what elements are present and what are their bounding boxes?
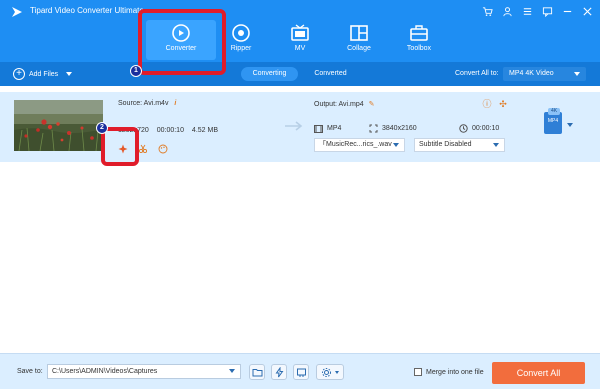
convert-all-to-label: Convert All to:	[455, 70, 499, 77]
output-meta: MP4 3840x2160 00:00:10	[314, 124, 510, 133]
folder-icon	[252, 368, 262, 376]
chevron-down-icon[interactable]	[66, 72, 73, 76]
convert-all-button[interactable]: Convert All	[492, 362, 585, 384]
subtitle-select[interactable]: Subtitle Disabled	[414, 138, 505, 152]
step-badge-1: 1	[130, 65, 142, 77]
gpu-button[interactable]	[293, 364, 309, 380]
cart-icon[interactable]	[480, 4, 494, 18]
chevron-down-icon	[393, 143, 399, 147]
file-item: Source: Avi.m4v i 1252x720 00:00:10 4.52…	[0, 92, 600, 162]
merge-option[interactable]: Merge into one file	[414, 368, 484, 376]
tab-converted[interactable]: Converted	[308, 67, 353, 81]
nav-toolbox[interactable]: Toolbox	[384, 20, 454, 60]
chevron-down-icon	[229, 369, 235, 373]
minimize-icon[interactable]	[560, 4, 574, 18]
highlight-edit	[101, 127, 139, 166]
output-actions: ⓘ ✣	[482, 99, 508, 109]
close-icon[interactable]	[580, 4, 594, 18]
chevron-down-icon[interactable]	[567, 123, 573, 127]
merge-label: Merge into one file	[426, 368, 484, 376]
badge-4k: 4K	[548, 108, 560, 115]
chevron-down-icon	[493, 143, 499, 147]
output-resolution-text: 3840x2160	[382, 125, 417, 132]
app-logo-icon	[12, 7, 22, 17]
audio-track-select[interactable]: 「MusicRec...rics_.wav	[314, 138, 405, 152]
film-icon	[314, 124, 323, 133]
nav-label: Toolbox	[406, 45, 432, 52]
menu-icon[interactable]	[520, 4, 534, 18]
source-duration: 00:00:10	[156, 127, 184, 134]
output-format-badge[interactable]: 4K MP4	[544, 108, 562, 134]
chevron-down-icon	[574, 72, 580, 76]
clock-icon	[459, 124, 468, 133]
output-filename: Output: Avi.mp4 ✎	[314, 100, 375, 108]
open-folder-button[interactable]	[249, 364, 265, 380]
app-title: Tipard Video Converter Ultimate	[30, 6, 144, 15]
source-size: 4.52 MB	[191, 127, 218, 134]
output-duration-text: 00:00:10	[472, 125, 500, 132]
poppy-field-image	[14, 100, 103, 151]
output-duration: 00:00:10	[459, 124, 499, 133]
ripper-icon	[232, 24, 250, 42]
format-select-value: MP4 4K Video	[509, 70, 554, 77]
source-filename: Source: Avi.m4v i	[118, 100, 176, 107]
highlight-converter	[138, 9, 226, 75]
video-thumbnail[interactable]	[14, 100, 103, 151]
arrow-right-icon	[285, 121, 303, 131]
format-select[interactable]: MP4 4K Video	[503, 67, 586, 81]
move-icon[interactable]: ✣	[498, 99, 508, 109]
merge-checkbox[interactable]	[414, 368, 422, 376]
rename-icon[interactable]: ✎	[369, 101, 375, 108]
chat-icon[interactable]	[540, 4, 554, 18]
add-files-label: Add Files	[29, 70, 59, 78]
plus-icon: +	[13, 68, 25, 80]
window-controls	[480, 4, 594, 18]
settings-button[interactable]	[316, 364, 344, 380]
output-text: Output: Avi.mp4	[314, 101, 364, 108]
audio-track-value: 「MusicRec...rics_.wav	[319, 141, 392, 148]
add-files-button[interactable]: + Add Files	[13, 68, 73, 80]
user-icon[interactable]	[500, 4, 514, 18]
gpu-icon	[296, 368, 306, 377]
info-circle-icon[interactable]: ⓘ	[482, 99, 492, 109]
save-path-value: C:\Users\ADMIN\Videos\Captures	[52, 368, 158, 375]
source-text: Source: Avi.m4v	[118, 100, 169, 107]
output-format: MP4	[314, 124, 369, 133]
toolbar: + Add Files Converting Converted Convert…	[0, 62, 600, 86]
output-format-text: MP4	[327, 125, 342, 132]
step-badge-2: 2	[96, 122, 108, 134]
tab-converting[interactable]: Converting	[241, 67, 298, 81]
hardware-acceleration-button[interactable]	[271, 364, 287, 380]
output-resolution: 3840x2160	[369, 124, 459, 133]
save-path-field[interactable]: C:\Users\ADMIN\Videos\Captures	[47, 364, 241, 379]
lightning-icon	[275, 366, 283, 377]
top-bar: Tipard Video Converter Ultimate Converte…	[0, 0, 600, 62]
footer-bar: Save to: C:\Users\ADMIN\Videos\Captures …	[0, 353, 600, 389]
subtitle-value: Subtitle Disabled	[419, 141, 472, 148]
badge-format: MP4	[547, 118, 559, 124]
toolbox-icon	[410, 25, 428, 41]
resize-icon	[369, 124, 378, 133]
mv-icon	[291, 24, 309, 41]
palette-icon[interactable]	[157, 143, 169, 155]
chevron-down-icon	[335, 370, 339, 374]
collage-icon	[350, 25, 368, 41]
info-icon[interactable]: i	[174, 100, 176, 107]
gear-icon	[322, 367, 331, 377]
save-to-label: Save to:	[17, 368, 43, 375]
